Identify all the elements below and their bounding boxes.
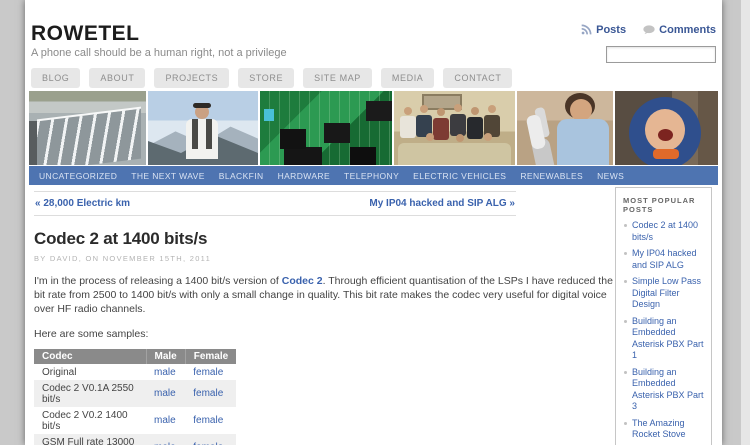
bullet-icon (624, 224, 627, 227)
top-navigation: BLOG ABOUT PROJECTS STORE SITE MAP MEDIA… (29, 68, 718, 88)
photo-circuit-board (260, 91, 392, 165)
comment-bubble-icon (643, 25, 655, 38)
posts-label: Posts (596, 24, 626, 36)
bullet-icon (624, 280, 627, 283)
photo-laughing-baby (615, 91, 718, 165)
sample-female-link[interactable]: female (193, 388, 223, 399)
post-title: Codec 2 at 1400 bits/s (34, 229, 614, 249)
category-hardware[interactable]: HARDWARE (278, 171, 330, 181)
popular-post-link[interactable]: The Amazing Rocket Stove (632, 418, 686, 440)
post-byline: BY DAVID, ON NOVEMBER 15TH, 2011 (34, 254, 614, 263)
popular-posts-title: MOST POPULAR POSTS (623, 196, 704, 214)
sidebar: MOST POPULAR POSTS Codec 2 at 1400 bits/… (615, 187, 712, 445)
bullet-icon (624, 252, 627, 255)
nav-about[interactable]: ABOUT (89, 68, 145, 88)
nav-contact[interactable]: CONTACT (443, 68, 512, 88)
category-electric-vehicles[interactable]: ELECTRIC VEHICLES (413, 171, 506, 181)
posts-feed-link[interactable]: Posts (581, 24, 626, 36)
sample-female-link[interactable]: female (193, 415, 223, 426)
photo-woman-microscope (517, 91, 613, 165)
bullet-icon (624, 422, 627, 425)
prev-post-link[interactable]: « 28,000 Electric km (35, 198, 130, 209)
category-bar: UNCATEGORIZED THE NEXT WAVE BLACKFIN HAR… (29, 166, 718, 185)
photo-hiker-mountains (148, 91, 258, 165)
category-blackfin[interactable]: BLACKFIN (219, 171, 264, 181)
comments-feed-link[interactable]: Comments (643, 24, 716, 36)
category-the-next-wave[interactable]: THE NEXT WAVE (131, 171, 205, 181)
rss-icon (581, 24, 592, 38)
list-item: The Amazing Rocket Stove (623, 418, 704, 441)
header-photo-strip (29, 91, 718, 165)
list-item: Codec 2 at 1400 bits/s (623, 220, 704, 243)
list-item: My IP04 hacked and SIP ALG (623, 248, 704, 271)
popular-post-link[interactable]: Simple Low Pass Digital Filter Design (632, 276, 701, 309)
popular-post-link[interactable]: Building an Embedded Asterisk PBX Part 1 (632, 316, 704, 361)
popular-post-link[interactable]: Building an Embedded Asterisk PBX Part 3 (632, 367, 704, 412)
post-paragraph-1: I'm in the process of releasing a 1400 b… (34, 274, 614, 316)
list-item: Building an Embedded Asterisk PBX Part 3 (623, 367, 704, 413)
bullet-icon (624, 371, 627, 374)
header-meta: Posts Comments (567, 24, 716, 63)
most-popular-posts-box: MOST POPULAR POSTS Codec 2 at 1400 bits/… (615, 187, 712, 445)
comments-label: Comments (659, 24, 716, 36)
category-news[interactable]: NEWS (597, 171, 624, 181)
main-column: « 28,000 Electric km My IP04 hacked and … (34, 191, 614, 445)
category-uncategorized[interactable]: UNCATEGORIZED (39, 171, 117, 181)
popular-post-link[interactable]: Codec 2 at 1400 bits/s (632, 220, 698, 242)
col-codec: Codec (34, 349, 146, 364)
table-row: Codec 2 V0.2 1400 bit/s male female (34, 407, 236, 434)
table-row: GSM Full rate 13000 bit/s male female (34, 434, 236, 445)
search-input[interactable] (606, 46, 716, 63)
nav-projects[interactable]: PROJECTS (154, 68, 229, 88)
codec2-link[interactable]: Codec 2 (282, 275, 323, 287)
table-header-row: Codec Male Female (34, 349, 236, 364)
nav-site-map[interactable]: SITE MAP (303, 68, 372, 88)
samples-intro: Here are some samples: (34, 327, 614, 341)
table-row: Codec 2 V0.1A 2550 bit/s male female (34, 380, 236, 407)
nav-blog[interactable]: BLOG (31, 68, 80, 88)
samples-table: Codec Male Female Original male female C… (34, 349, 236, 445)
col-male: Male (146, 349, 185, 364)
table-row: Original male female (34, 364, 236, 380)
list-item: Building an Embedded Asterisk PBX Part 1 (623, 316, 704, 362)
masthead: ROWETEL A phone call should be a human r… (29, 0, 718, 62)
bullet-icon (624, 320, 627, 323)
post-navigation: « 28,000 Electric km My IP04 hacked and … (34, 191, 516, 216)
list-item: Simple Low Pass Digital Filter Design (623, 276, 704, 311)
page-background-strip (741, 0, 750, 445)
photo-group-people (394, 91, 515, 165)
sample-female-link[interactable]: female (193, 367, 223, 378)
sample-male-link[interactable]: male (154, 415, 176, 426)
photo-solar-panels (29, 91, 146, 165)
col-female: Female (185, 349, 236, 364)
category-renewables[interactable]: RENEWABLES (520, 171, 583, 181)
content-area: « 28,000 Electric km My IP04 hacked and … (29, 185, 718, 445)
next-post-link[interactable]: My IP04 hacked and SIP ALG » (369, 198, 515, 209)
popular-post-link[interactable]: My IP04 hacked and SIP ALG (632, 248, 697, 270)
category-telephony[interactable]: TELEPHONY (344, 171, 399, 181)
nav-store[interactable]: STORE (238, 68, 294, 88)
sample-male-link[interactable]: male (154, 388, 176, 399)
sample-male-link[interactable]: male (154, 367, 176, 378)
nav-media[interactable]: MEDIA (381, 68, 435, 88)
page-container: ROWETEL A phone call should be a human r… (25, 0, 722, 445)
